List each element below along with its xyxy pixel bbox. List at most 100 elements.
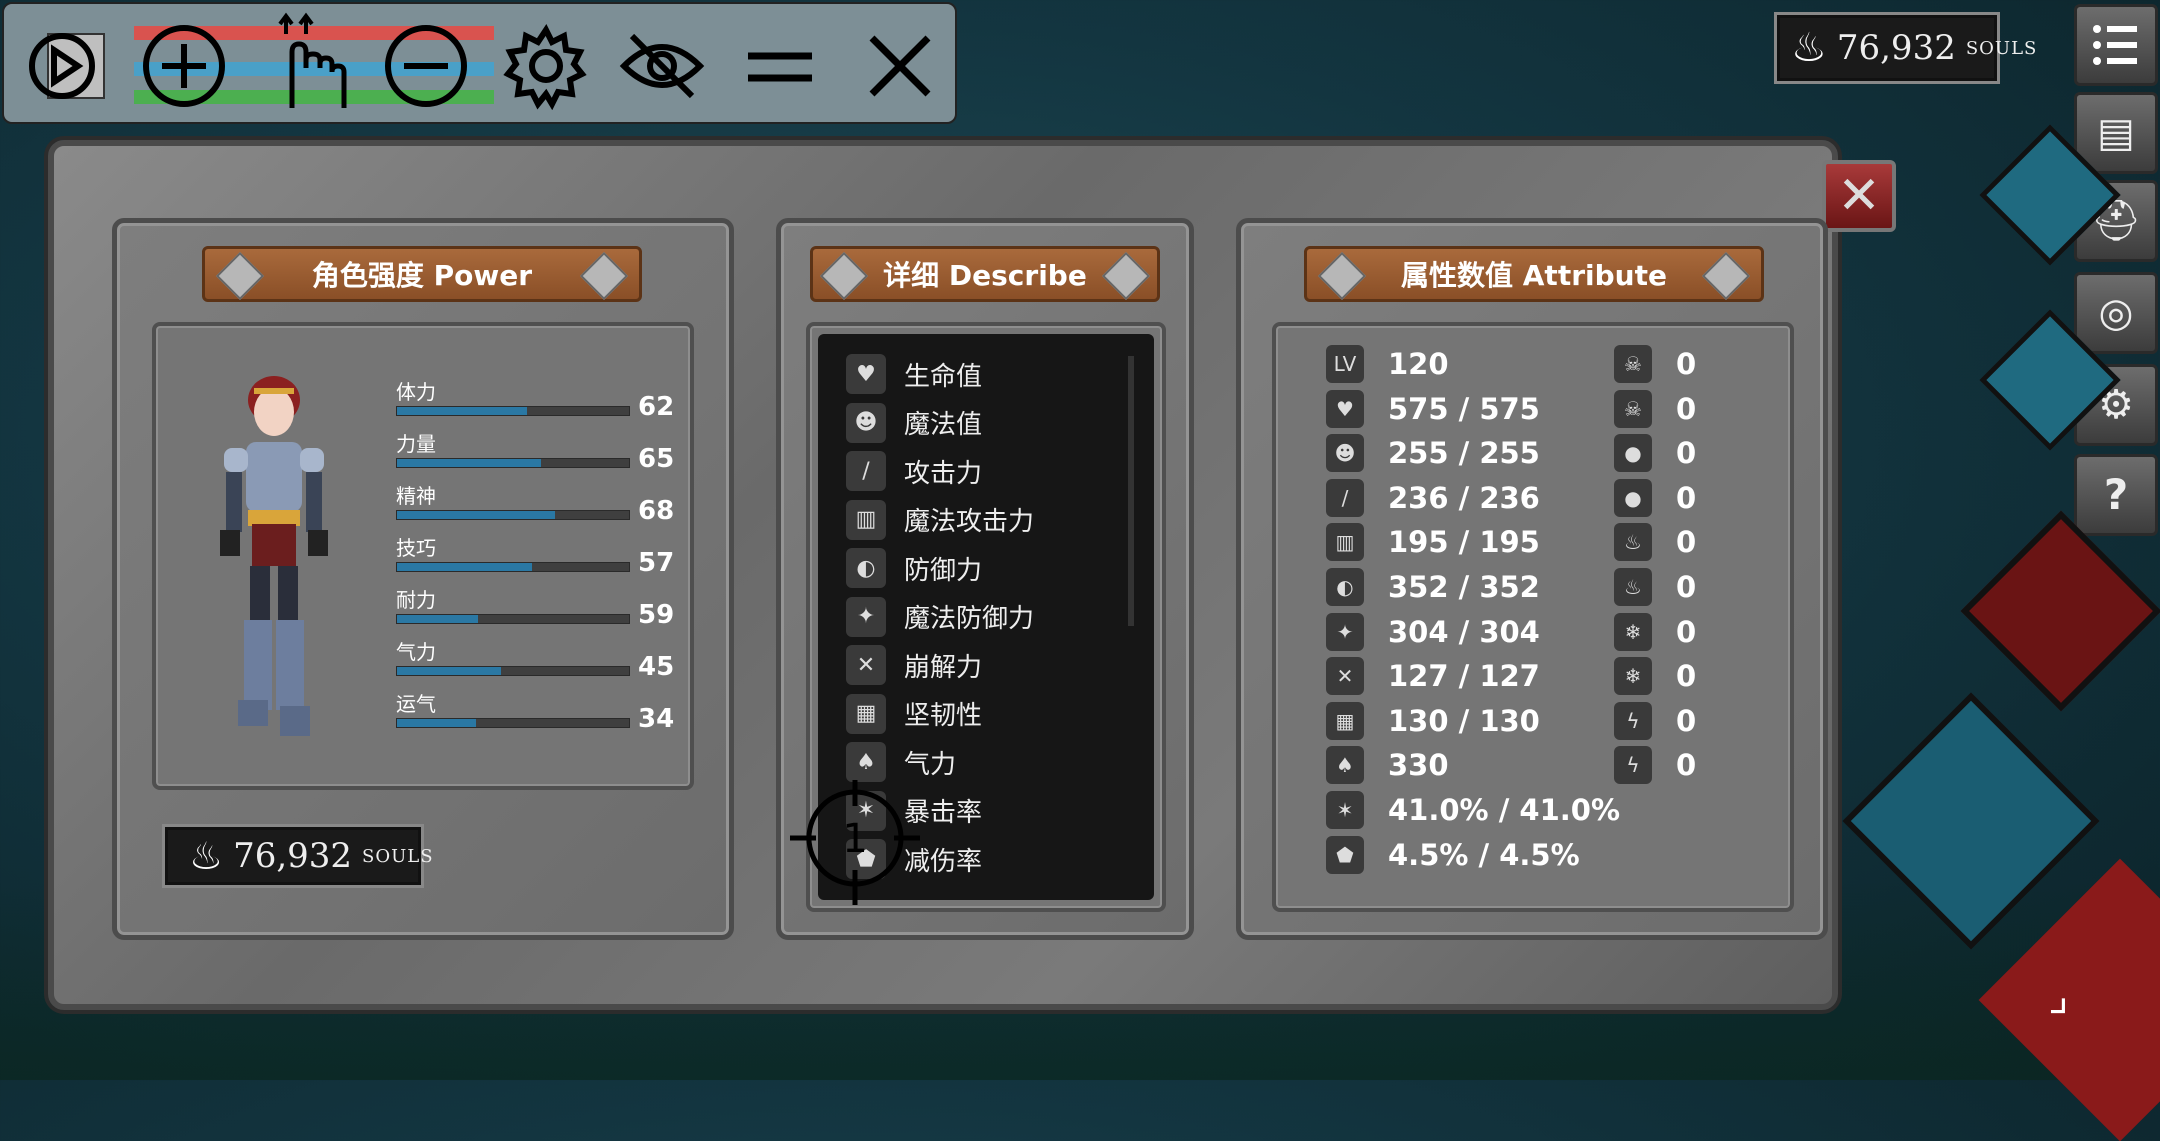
attribute-value: 4.5% / 4.5% (1388, 837, 1580, 872)
resistance-row: ☠ 0 (1614, 342, 1696, 386)
drop-resist-icon: ● (1614, 478, 1652, 517)
attribute-value: 195 / 195 (1388, 525, 1540, 560)
stat-label: 精神 (396, 484, 436, 508)
describe-item[interactable]: ▦ 坚韧性 (846, 692, 982, 736)
attribute-row: LV 120 (1326, 342, 1449, 386)
resistance-row: ❄ 0 (1614, 610, 1696, 654)
stat-label: 力量 (396, 432, 436, 456)
heart-icon: ♥ (846, 354, 886, 394)
shield-action-button[interactable] (1960, 510, 2160, 712)
describe-item[interactable]: ✦ 魔法防御力 (846, 595, 1034, 639)
lightning-resist-icon: ϟ (1614, 746, 1652, 785)
resistance-value: 0 (1676, 614, 1697, 649)
describe-item[interactable]: ☻ 魔法值 (846, 401, 982, 445)
describe-item-label: 攻击力 (904, 458, 983, 489)
close-icon: ✕ (1837, 166, 1881, 226)
equals-icon[interactable] (736, 22, 824, 110)
describe-item-label: 气力 (904, 749, 957, 780)
map-icon: ▤ (2097, 110, 2135, 156)
describe-item-label: 崩解力 (904, 652, 983, 683)
describe-scrollbar[interactable] (1128, 356, 1134, 626)
lightning-icon: ϟ (1614, 701, 1652, 740)
describe-item[interactable]: ♠ 气力 (846, 740, 956, 784)
stat-value: 59 (638, 600, 675, 630)
stone-rivet (579, 251, 629, 301)
eye-off-icon[interactable] (618, 22, 706, 110)
describe-item-label: 魔法攻击力 (904, 507, 1035, 537)
stat-bar (396, 458, 630, 468)
attribute-value: 255 / 255 (1388, 436, 1540, 471)
attribute-value: 41.0% / 41.0% (1388, 793, 1620, 827)
gear-icon[interactable] (502, 22, 590, 110)
level-icon: LV (1326, 345, 1364, 383)
stat-value: 34 (638, 704, 675, 734)
resistance-row: ❄ 0 (1614, 654, 1696, 698)
resistance-value: 0 (1676, 570, 1697, 604)
stat-label: 体力 (396, 380, 436, 404)
resistance-row: ● 0 (1614, 431, 1696, 475)
stat-bar (396, 614, 630, 624)
attribute-row: ◐ 352 / 352 (1326, 565, 1540, 609)
skill-button[interactable]: ◎ (2074, 272, 2158, 354)
close-icon[interactable] (856, 22, 944, 110)
fire-icon: ♨ (1614, 523, 1652, 562)
flame-icon: ♨ (1791, 25, 1827, 71)
resistance-value: 0 (1676, 347, 1697, 381)
attribute-row: ✕ 127 / 127 (1326, 654, 1540, 698)
stone-rivet (215, 251, 265, 301)
play-icon[interactable] (22, 22, 110, 110)
drop-icon: ● (1614, 434, 1652, 473)
plus-circle-icon[interactable] (140, 22, 228, 110)
heart-icon: ♥ (1326, 389, 1364, 428)
sword-icon: / (1326, 478, 1364, 517)
attribute-value: 236 / 236 (1388, 480, 1540, 515)
attribute-row: ▥ 195 / 195 (1326, 520, 1540, 564)
describe-item[interactable]: / 攻击力 (846, 449, 982, 493)
skull-resist-icon: ☠ (1614, 389, 1652, 428)
resistance-value: 0 (1676, 703, 1697, 738)
stat-value: 45 (638, 652, 675, 682)
attribute-row: ♥ 575 / 575 (1326, 387, 1540, 431)
break-icon: ✕ (1326, 657, 1364, 696)
attribute-row: ⬟ 4.5% / 4.5% (1326, 833, 1580, 877)
attribute-value: 130 / 130 (1388, 703, 1540, 738)
attribute-row: ✦ 304 / 304 (1326, 610, 1540, 654)
resistance-row: ϟ0 (1614, 743, 1696, 787)
souls-counter-top: ♨ 76,932 SOULS (1774, 12, 2036, 84)
describe-item-label: 魔法防御力 (904, 604, 1035, 634)
sword-icon: / (846, 451, 886, 491)
minus-circle-icon[interactable] (382, 22, 470, 110)
stat-value: 68 (638, 496, 675, 526)
stat-label: 气力 (396, 640, 436, 664)
stone-rivet (1701, 251, 1751, 301)
resistance-row: ● 0 (1614, 476, 1696, 520)
describe-item[interactable]: ♥ 生命值 (846, 352, 982, 396)
touch-cursor-overlay: 1 (790, 780, 920, 905)
stat-bar (396, 562, 630, 572)
character-model-image (220, 376, 328, 736)
panel-close-button[interactable]: ✕ (1822, 160, 1896, 232)
power-title-plank: 角色强度 Power (202, 246, 642, 302)
describe-item[interactable]: ◐ 防御力 (846, 546, 982, 590)
attribute-row: ✶ 41.0% / 41.0% (1326, 788, 1620, 832)
spellbook-icon: ▥ (1326, 523, 1364, 562)
describe-item[interactable]: ✕ 崩解力 (846, 643, 982, 687)
stat-label: 耐力 (396, 588, 436, 612)
stat-value: 57 (638, 548, 675, 578)
tap-hand-icon[interactable] (262, 12, 350, 112)
snowflake-icon: ❄ (1614, 612, 1652, 651)
stat-bar (396, 666, 630, 676)
head-icon: ☻ (1326, 434, 1364, 473)
describe-item[interactable]: ▥ 魔法攻击力 (846, 498, 1034, 542)
shield-icon: ◐ (846, 548, 886, 588)
resize-icon[interactable]: ⌟ (2048, 970, 2128, 1060)
menu-list-button[interactable] (2074, 4, 2158, 86)
attribute-row: ▦ 130 / 130 (1326, 699, 1540, 743)
magic-shield-icon: ✦ (846, 596, 886, 637)
head-icon: ☻ (846, 402, 886, 443)
attribute-title: 属性数值 Attribute (1401, 259, 1667, 292)
help-button[interactable]: ? (2074, 454, 2158, 536)
character-preview: 体力 62 力量 65 精神 68 技巧 57 耐力 59 气力 45 运气 34 (152, 322, 694, 790)
describe-item-label: 坚韧性 (904, 701, 983, 731)
stat-bar-fill (397, 719, 476, 727)
